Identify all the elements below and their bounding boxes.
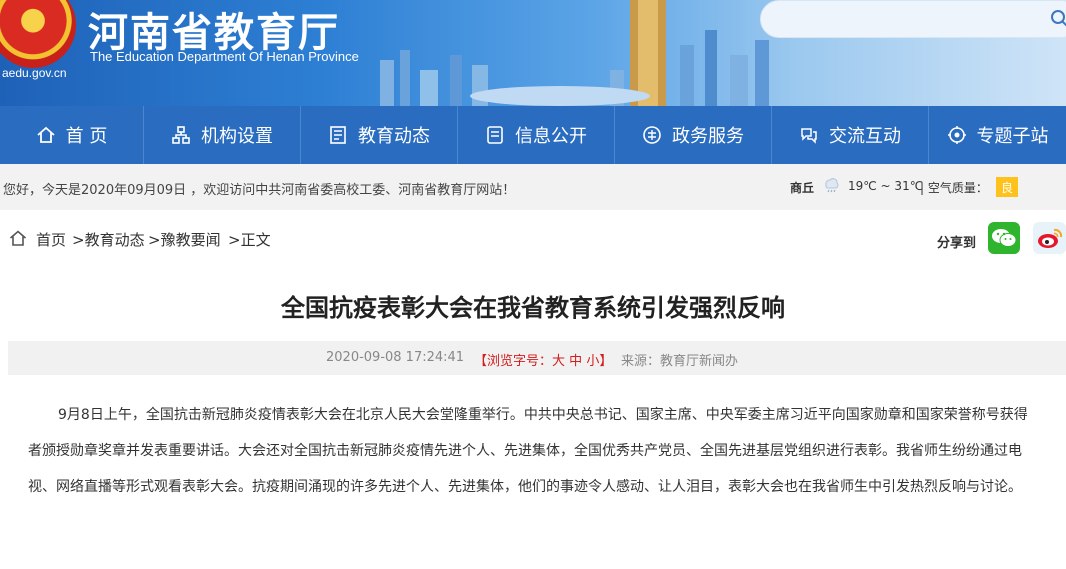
document-icon bbox=[485, 125, 505, 145]
air-quality-badge: 良 bbox=[996, 177, 1018, 197]
weather-temperature: 19℃ ~ 31℃ bbox=[848, 179, 924, 193]
nav-item-organization[interactable]: 机构设置 bbox=[144, 106, 301, 164]
wechat-icon[interactable] bbox=[988, 222, 1020, 254]
government-icon bbox=[642, 125, 662, 145]
nav-item-interaction[interactable]: 交流互动 bbox=[772, 106, 929, 164]
topic-icon bbox=[947, 125, 967, 145]
nav-label: 专题子站 bbox=[976, 126, 1049, 147]
domain-fragment: aedu.gov.cn bbox=[2, 66, 67, 80]
article-meta-bar: 2020-09-08 17:24:41 【浏览字号：大 中 小】 来源：教育厅新… bbox=[8, 341, 1066, 375]
search-box[interactable] bbox=[760, 0, 1066, 38]
interaction-icon bbox=[799, 125, 819, 145]
nav-label: 交流互动 bbox=[829, 126, 901, 147]
welcome-bar: 您好，今天是2020年09月09日 ，欢迎访问中共河南省委高校工委、河南省教育厅… bbox=[0, 164, 1066, 210]
font-size-control: 【浏览字号：大 中 小】 bbox=[474, 350, 612, 369]
article-body: 9月8日上午，全国抗击新冠肺炎疫情表彰大会在北京人民大会堂隆重举行。中共中央总书… bbox=[28, 407, 1028, 495]
national-emblem-logo bbox=[0, 0, 76, 68]
search-icon[interactable] bbox=[1050, 9, 1066, 27]
nav-item-home[interactable]: 首 页 bbox=[0, 106, 144, 164]
article-source: 来源：教育厅新闻办 bbox=[621, 354, 739, 369]
nav-label: 教育动态 bbox=[358, 126, 430, 147]
header-banner: aedu.gov.cn 河南省教育厅 The Education Departm… bbox=[0, 0, 1066, 106]
news-icon bbox=[328, 125, 348, 145]
weibo-icon[interactable] bbox=[1033, 222, 1066, 254]
weather-city: 商丘 bbox=[790, 181, 815, 195]
org-chart-icon bbox=[171, 125, 191, 145]
font-size-small-button[interactable]: 小】 bbox=[586, 354, 612, 369]
breadcrumb-henan-news-link[interactable]: >豫教要闻 bbox=[148, 229, 221, 250]
font-size-label: 【浏览字号： bbox=[474, 354, 553, 369]
main-nav: 首 页 机构设置 教育动态 信息公开 政务服务 交流互动 专题子站 bbox=[0, 106, 1066, 164]
breadcrumb-home-link[interactable]: 首页 bbox=[36, 229, 66, 250]
breadcrumb: 首页 >教育动态 >豫教要闻 >正文 bbox=[0, 218, 1066, 260]
nav-label: 信息公开 bbox=[515, 126, 587, 147]
home-icon bbox=[9, 230, 27, 246]
city-skyline-image bbox=[380, 0, 769, 106]
search-input[interactable] bbox=[779, 9, 1039, 31]
nav-label: 机构设置 bbox=[201, 126, 273, 147]
nav-label: 首 页 bbox=[65, 126, 108, 147]
site-subtitle: The Education Department Of Henan Provin… bbox=[90, 49, 359, 64]
nav-item-education-news[interactable]: 教育动态 bbox=[301, 106, 458, 164]
nav-label: 政务服务 bbox=[672, 126, 744, 147]
nav-item-info-disclosure[interactable]: 信息公开 bbox=[458, 106, 615, 164]
home-icon bbox=[36, 125, 56, 145]
breadcrumb-education-news-link[interactable]: >教育动态 bbox=[72, 229, 145, 250]
nav-item-gov-services[interactable]: 政务服务 bbox=[615, 106, 772, 164]
welcome-text: 您好，今天是2020年09月09日 ，欢迎访问中共河南省委高校工委、河南省教育厅… bbox=[3, 183, 516, 198]
font-size-large-button[interactable]: 大 bbox=[552, 354, 565, 369]
article-datetime: 2020-09-08 17:24:41 bbox=[326, 350, 465, 365]
breadcrumb-current: >正文 bbox=[228, 231, 271, 249]
font-size-medium-button[interactable]: 中 bbox=[569, 354, 582, 369]
nav-item-topic-sites[interactable]: 专题子站 bbox=[929, 106, 1066, 164]
cloud-rain-icon bbox=[825, 178, 839, 193]
article-title: 全国抗疫表彰大会在我省教育系统引发强烈反响 bbox=[281, 294, 785, 322]
share-label: 分享到 bbox=[937, 236, 977, 251]
air-quality-label: | 空气质量： bbox=[920, 181, 988, 195]
